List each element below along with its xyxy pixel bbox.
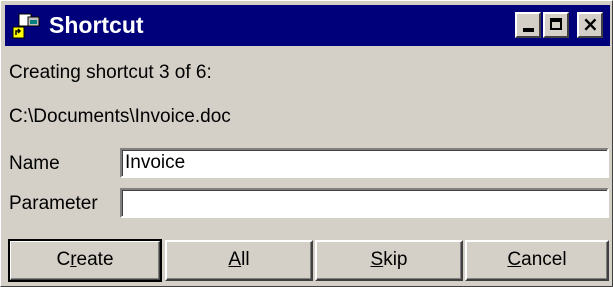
- skip-suffix: kip: [383, 249, 408, 270]
- cancel-button[interactable]: Cancel: [465, 240, 609, 281]
- all-mnemonic: A: [228, 249, 242, 270]
- close-button[interactable]: ×: [577, 12, 603, 38]
- maximize-icon: [550, 18, 562, 30]
- skip-button-label: Skip: [371, 249, 408, 270]
- parameter-label: Parameter: [9, 193, 98, 214]
- window-title: Shortcut: [49, 12, 144, 38]
- cancel-button-label: Cancel: [507, 249, 566, 270]
- all-button[interactable]: All: [165, 240, 313, 281]
- cancel-mnemonic: C: [507, 249, 522, 270]
- name-input[interactable]: Invoice: [120, 148, 609, 178]
- skip-mnemonic: S: [370, 249, 384, 270]
- minimize-icon: [523, 28, 534, 32]
- create-prefix: C: [56, 249, 71, 270]
- all-button-label: All: [228, 249, 249, 270]
- minimize-button[interactable]: [515, 12, 541, 38]
- name-label: Name: [9, 153, 60, 174]
- create-suffix: eate: [76, 249, 114, 270]
- create-button-label: Create: [56, 249, 113, 270]
- shortcut-dialog: Shortcut × Creating shortcut 3 of 6: C:\…: [0, 0, 613, 287]
- current-file-path: C:\Documents\Invoice.doc: [9, 106, 231, 127]
- title-bar[interactable]: Shortcut ×: [5, 5, 610, 46]
- maximize-button[interactable]: [543, 12, 569, 38]
- all-suffix: ll: [241, 249, 250, 270]
- create-button[interactable]: Create: [8, 239, 162, 282]
- skip-button[interactable]: Skip: [315, 240, 463, 281]
- cancel-suffix: ancel: [521, 249, 567, 270]
- close-icon: ×: [582, 12, 599, 36]
- parameter-input[interactable]: [120, 188, 609, 218]
- shortcut-app-icon: [12, 13, 40, 39]
- progress-text: Creating shortcut 3 of 6:: [9, 62, 212, 83]
